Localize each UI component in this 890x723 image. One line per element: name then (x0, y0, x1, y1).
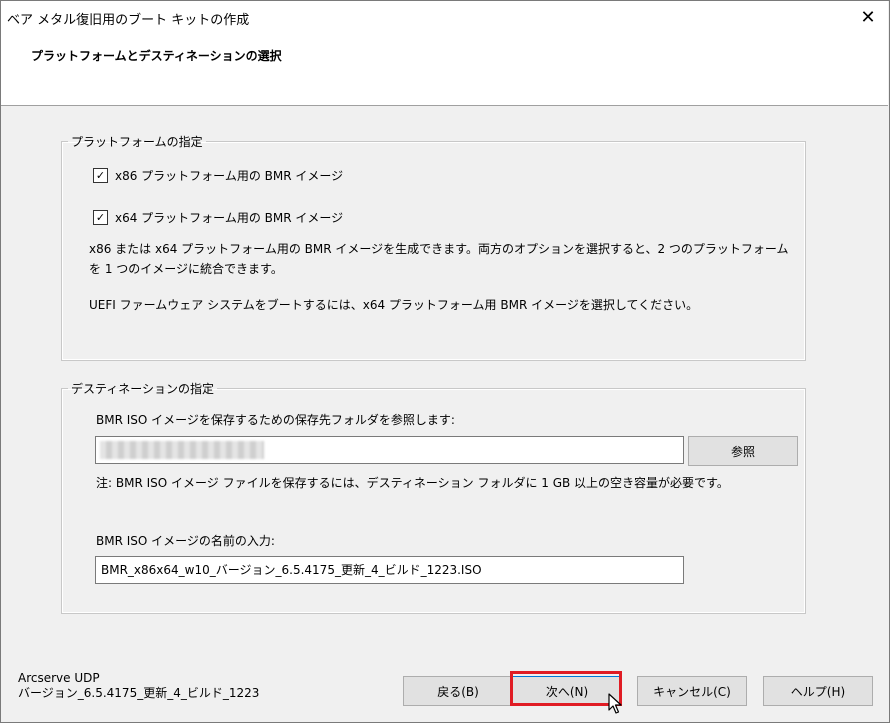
redacted-path (100, 441, 264, 459)
cancel-button[interactable]: キャンセル(C) (637, 676, 747, 706)
iso-name-value: BMR_x86x64_w10_バージョン_6.5.4175_更新_4_ビルド_1… (101, 563, 482, 577)
title-bar: ベア メタル復旧用のブート キットの作成 ✕ (1, 1, 888, 33)
x86-checkbox[interactable]: ✓ (93, 168, 108, 183)
folder-label: BMR ISO イメージを保存するための保存先フォルダを参照します: (96, 413, 455, 427)
help-button[interactable]: ヘルプ(H) (763, 676, 873, 706)
product-version: バージョン_6.5.4175_更新_4_ビルド_1223 (18, 686, 260, 700)
x86-checkbox-row[interactable]: ✓ x86 プラットフォーム用の BMR イメージ (93, 167, 343, 184)
platform-group-legend: プラットフォームの指定 (71, 135, 203, 149)
page-title: プラットフォームとデスティネーションの選択 (31, 49, 282, 63)
dialog-window (0, 0, 890, 723)
platform-info-line2: を 1 つのイメージに統合できます。 (89, 262, 283, 276)
free-space-note: 注: BMR ISO イメージ ファイルを保存するには、デスティネーション フォ… (96, 476, 729, 490)
mouse-pointer-icon (608, 693, 622, 714)
browse-button[interactable]: 参照 (688, 436, 798, 466)
window-title: ベア メタル復旧用のブート キットの作成 (7, 13, 250, 28)
x86-checkbox-label: x86 プラットフォーム用の BMR イメージ (115, 169, 344, 183)
iso-name-label: BMR ISO イメージの名前の入力: (96, 534, 275, 548)
x64-checkbox[interactable]: ✓ (93, 210, 108, 225)
destination-group-legend: デスティネーションの指定 (71, 382, 215, 396)
iso-name-input[interactable]: BMR_x86x64_w10_バージョン_6.5.4175_更新_4_ビルド_1… (95, 556, 684, 584)
x64-checkbox-row[interactable]: ✓ x64 プラットフォーム用の BMR イメージ (93, 209, 343, 226)
destination-folder-input[interactable] (95, 436, 684, 464)
back-button[interactable]: 戻る(B) (403, 676, 513, 706)
x64-checkbox-label: x64 プラットフォーム用の BMR イメージ (115, 211, 344, 225)
next-button-highlight (510, 671, 622, 706)
platform-info-line1: x86 または x64 プラットフォーム用の BMR イメージを生成できます。両… (89, 242, 789, 256)
uefi-note: UEFI ファームウェア システムをブートするには、x64 プラットフォーム用 … (89, 298, 699, 312)
close-icon[interactable]: ✕ (856, 6, 880, 28)
wizard-header: プラットフォームとデスティネーションの選択 (1, 33, 888, 106)
